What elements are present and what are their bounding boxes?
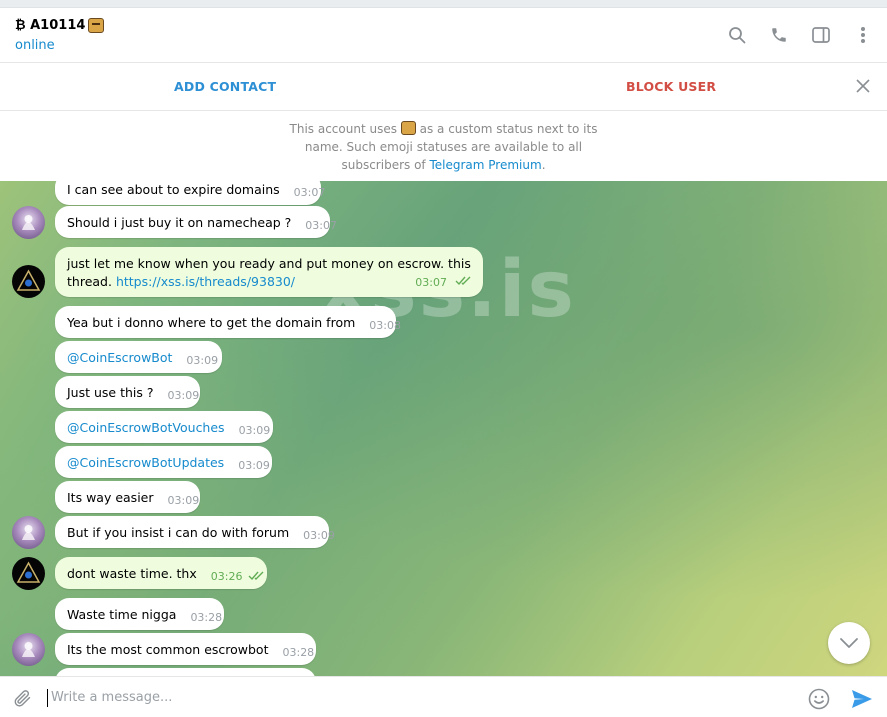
message-bubble[interactable]: Yea but i donno where to get the domain … [55, 306, 401, 338]
more-vertical-icon[interactable] [853, 24, 873, 46]
chat-status: online [15, 38, 55, 53]
avatar[interactable] [12, 206, 45, 239]
message-bubble[interactable]: just let me know when you ready and put … [55, 247, 483, 297]
attach-icon[interactable] [12, 688, 32, 708]
contact-action-bar: ADD CONTACT BLOCK USER [0, 63, 887, 111]
emoji-icon[interactable] [808, 688, 830, 710]
message-bubble[interactable]: @CoinEscrowBot 03:09 [55, 341, 222, 373]
thread-link[interactable]: https://xss.is/threads/93830/ [116, 274, 295, 289]
chat-header: ₿ A10114 online [0, 8, 887, 63]
chat-title-text: ₿ A10114 [15, 18, 86, 33]
message-bubble[interactable]: Just use this ? 03:09 [55, 376, 200, 408]
send-icon[interactable] [850, 688, 874, 710]
message-bubble[interactable]: Its the most common escrowbot 03:28 [55, 633, 316, 665]
message-bubble[interactable]: @CoinEscrowBotVouches 03:09 [55, 411, 273, 443]
text-caret [47, 689, 48, 707]
message-composer [0, 676, 887, 717]
read-checkmarks-icon [248, 569, 266, 584]
message-list[interactable]: xss.is I can see about to expire domains… [0, 181, 887, 676]
message-input[interactable] [51, 685, 791, 709]
avatar[interactable] [12, 265, 45, 298]
header-actions [727, 24, 873, 46]
telegram-premium-link[interactable]: Telegram Premium [429, 158, 541, 172]
emoji-status-icon [400, 121, 416, 135]
notice-line-3: subscribers of Telegram Premium. [341, 158, 546, 172]
chevron-down-icon [840, 638, 858, 648]
avatar[interactable] [12, 557, 45, 590]
message-bubble[interactable]: Waste time nigga 03:28 [55, 598, 224, 630]
read-checkmarks-icon [455, 273, 473, 291]
sidebar-toggle-icon[interactable] [811, 24, 831, 46]
message-bubble[interactable]: But if you insist i can do with forum 03… [55, 516, 335, 548]
window-top-strip [0, 0, 887, 8]
mention-link[interactable]: @CoinEscrowBot [67, 350, 172, 365]
chat-title[interactable]: ₿ A10114 [15, 17, 105, 33]
notice-line-2: name. Such emoji statuses are available … [304, 140, 583, 154]
message-bubble[interactable] [55, 668, 316, 676]
block-user-button[interactable]: BLOCK USER [626, 79, 716, 94]
scroll-down-button[interactable] [828, 622, 870, 664]
close-icon[interactable] [855, 78, 871, 94]
avatar[interactable] [12, 516, 45, 549]
message-bubble[interactable]: dont waste time. thx 03:26 [55, 557, 267, 589]
mention-link[interactable]: @CoinEscrowBotUpdates [67, 455, 224, 470]
message-bubble[interactable]: Should i just buy it on namecheap ? 03:0… [55, 206, 337, 238]
message-bubble[interactable]: I can see about to expire domains 03:07 [55, 181, 325, 205]
message-bubble[interactable]: @CoinEscrowBotUpdates 03:09 [55, 446, 272, 478]
add-contact-button[interactable]: ADD CONTACT [174, 79, 276, 94]
premium-status-notice: This account uses as a custom status nex… [0, 111, 887, 181]
phone-icon[interactable] [769, 24, 789, 46]
message-bubble[interactable]: Its way easier 03:09 [55, 481, 200, 513]
mention-link[interactable]: @CoinEscrowBotVouches [67, 420, 225, 435]
notice-line-1: This account uses as a custom status nex… [289, 121, 598, 136]
avatar[interactable] [12, 633, 45, 666]
search-icon[interactable] [727, 24, 747, 46]
emoji-status-icon [88, 17, 105, 33]
